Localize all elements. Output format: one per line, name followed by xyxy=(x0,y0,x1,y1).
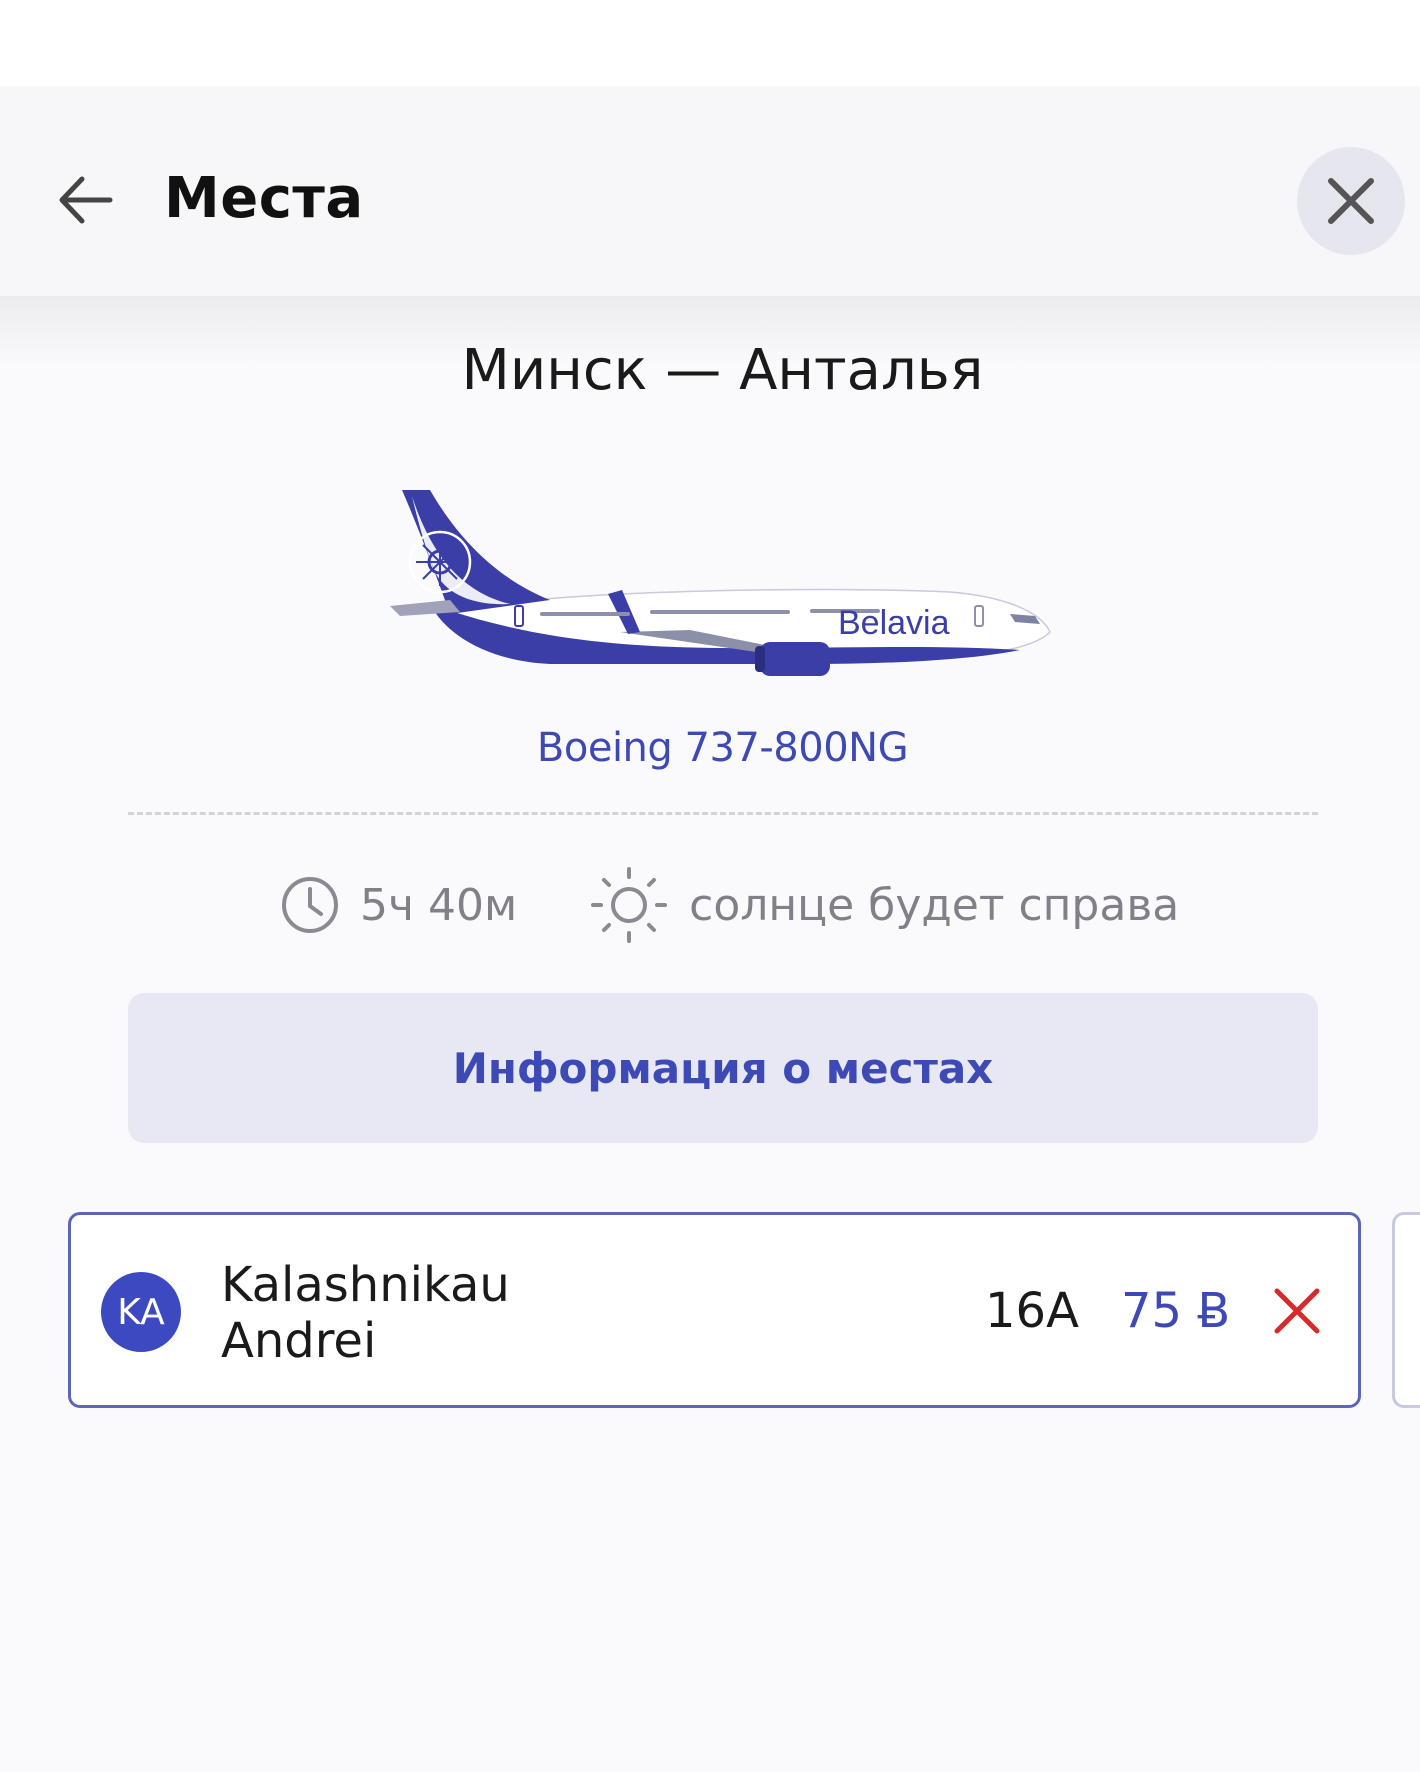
seat-info-button[interactable]: Информация о местах xyxy=(128,993,1318,1143)
close-icon xyxy=(1328,178,1374,224)
passenger-card[interactable]: KA Kalashnikau Andrei 16A 75 Ƀ xyxy=(68,1212,1361,1408)
arrow-left-icon xyxy=(59,176,113,224)
passenger-last-name: Kalashnikau xyxy=(221,1257,510,1313)
avatar: KA xyxy=(101,1272,181,1352)
next-passenger-card[interactable] xyxy=(1392,1212,1420,1408)
close-button[interactable] xyxy=(1297,147,1405,255)
seat-number: 16A xyxy=(985,1283,1079,1339)
dashed-divider xyxy=(128,812,1318,815)
flight-route: Минск — Анталья xyxy=(461,338,984,403)
sun-side-text: солнце будет справа xyxy=(689,879,1180,931)
flight-meta: 5ч 40м солнце будет справа xyxy=(278,865,1179,945)
back-button[interactable] xyxy=(40,160,130,240)
airline-logo-text: Belavia xyxy=(838,604,950,642)
remove-seat-button[interactable] xyxy=(1267,1281,1327,1341)
remove-icon xyxy=(1274,1288,1320,1334)
aircraft-image: Belavia xyxy=(390,490,1051,676)
passenger-first-name: Andrei xyxy=(221,1313,377,1369)
passenger-name: Kalashnikau Andrei xyxy=(221,1257,781,1369)
status-bar-area xyxy=(0,0,1420,86)
flight-duration: 5ч 40м xyxy=(360,879,518,931)
aircraft-model: Boeing 737-800NG xyxy=(536,725,909,771)
seat-price: 75 Ƀ xyxy=(1121,1283,1231,1339)
page-title: Места xyxy=(164,166,364,231)
sun-icon xyxy=(589,865,669,945)
clock-icon xyxy=(278,873,342,937)
